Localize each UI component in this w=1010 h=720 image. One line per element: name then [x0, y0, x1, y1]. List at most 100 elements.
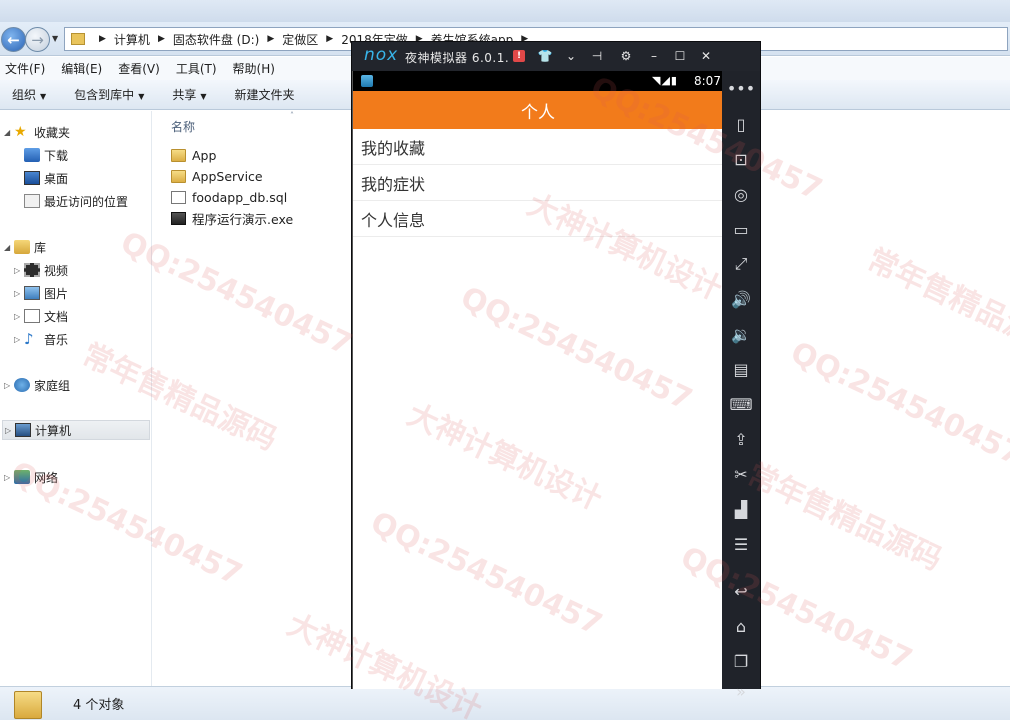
toolbox-icon[interactable]: ▤: [722, 354, 760, 384]
file-name: foodapp_db.sql: [192, 189, 288, 205]
sidebar-item-label: 文档: [44, 309, 69, 324]
android-status-bar: ◥◢▮ 8:07: [353, 71, 723, 91]
new-folder-button[interactable]: 新建文件夹: [235, 86, 295, 103]
recent-pages-dropdown[interactable]: ▼: [52, 34, 58, 43]
share-button[interactable]: 共享 ▼: [172, 86, 206, 103]
recents-icon[interactable]: ❐: [722, 646, 760, 676]
sidebar-item-pictures[interactable]: ▷ 图片: [14, 283, 68, 303]
app-notification-icon: [361, 75, 373, 87]
breadcrumb-custom-zone[interactable]: 定做区: [282, 31, 318, 48]
breadcrumb-drive-d[interactable]: 固态软件盘 (D:): [173, 31, 259, 48]
forward-button[interactable]: →: [25, 27, 50, 52]
volume-up-icon[interactable]: 🔊: [722, 284, 760, 314]
share-label: 共享: [172, 88, 197, 102]
nox-titlebar: nox 夜神模拟器 6.0.1. ! 👕 ⌄ ⊣ ⚙ – ☐ ✕: [352, 42, 760, 71]
close-icon[interactable]: ✕: [698, 48, 714, 64]
back-icon[interactable]: ↩: [722, 576, 760, 606]
expand-triangle-icon[interactable]: ▷: [14, 335, 24, 344]
expand-triangle-icon[interactable]: ▷: [4, 473, 14, 482]
menu-help[interactable]: 帮助(H): [233, 60, 275, 77]
exe-file-icon: [171, 211, 186, 225]
sidebar-item-homegroup[interactable]: ▷ 家庭组: [4, 375, 70, 395]
maximize-icon[interactable]: ☐: [672, 48, 688, 64]
sidebar-item-downloads[interactable]: 下载: [24, 145, 68, 165]
menu-icon[interactable]: ☰: [722, 529, 760, 559]
breadcrumb-computer[interactable]: 计算机: [114, 31, 150, 48]
android-screen: ◥◢▮ 8:07 个人 我的收藏 我的症状 个人信息: [352, 71, 723, 689]
alert-icon[interactable]: !: [513, 50, 525, 62]
multi-instance-icon[interactable]: ▟: [722, 494, 760, 524]
volume-down-icon[interactable]: 🔉: [722, 319, 760, 349]
screen-icon[interactable]: ▭: [722, 214, 760, 244]
star-icon: ★: [14, 124, 27, 140]
picture-icon: [24, 286, 40, 300]
more-icon[interactable]: •••: [722, 73, 760, 103]
include-library-label: 包含到库中: [74, 88, 135, 102]
chevron-right-icon[interactable]: ▶: [99, 34, 106, 44]
page-title: 个人: [521, 102, 555, 123]
wifi-signal-battery-icon: ◥◢▮: [652, 74, 678, 87]
folder-icon: [171, 169, 186, 183]
menu-edit[interactable]: 编辑(E): [61, 60, 102, 77]
sidebar-item-favorites[interactable]: ◢ ★ 收藏夹: [4, 122, 70, 142]
expand-icon[interactable]: »: [722, 676, 760, 706]
include-library-button[interactable]: 包含到库中 ▼: [74, 86, 144, 103]
menu-view[interactable]: 查看(V): [118, 60, 160, 77]
back-button[interactable]: ←: [1, 27, 26, 52]
menu-tools[interactable]: 工具(T): [176, 60, 217, 77]
chevron-down-icon: ▼: [40, 92, 47, 101]
sidebar-item-computer[interactable]: ▷ 计算机: [2, 420, 150, 440]
phone-rotate-icon[interactable]: ▯: [722, 109, 760, 139]
chevron-right-icon[interactable]: ▶: [158, 34, 165, 44]
shirt-icon[interactable]: 👕: [537, 48, 553, 64]
apk-install-icon[interactable]: ⇪: [722, 424, 760, 454]
file-row[interactable]: foodapp_db.sql: [171, 187, 287, 207]
sidebar-item-desktop[interactable]: 桌面: [24, 168, 68, 188]
app-header: 个人: [353, 91, 723, 129]
sidebar-item-label: 图片: [44, 286, 69, 301]
sidebar-item-recent[interactable]: 最近访问的位置: [24, 191, 128, 211]
menu-file[interactable]: 文件(F): [5, 60, 45, 77]
download-folder-icon: [24, 148, 40, 162]
robot-icon[interactable]: ⊡: [722, 144, 760, 174]
expand-triangle-icon[interactable]: ◢: [4, 128, 14, 137]
list-item-favorites[interactable]: 我的收藏: [353, 129, 723, 165]
chevron-down-icon[interactable]: ⌄: [563, 48, 579, 64]
expand-triangle-icon[interactable]: ▷: [14, 312, 24, 321]
list-item-symptoms[interactable]: 我的症状: [353, 165, 723, 201]
file-row[interactable]: AppService: [171, 166, 263, 186]
expand-triangle-icon[interactable]: ▷: [5, 426, 15, 435]
pin-icon[interactable]: ⊣: [589, 48, 605, 64]
keymap-icon[interactable]: ⌨: [722, 389, 760, 419]
file-row[interactable]: App: [171, 145, 216, 165]
sidebar-item-label: 最近访问的位置: [44, 194, 129, 209]
home-icon[interactable]: ⌂: [722, 611, 760, 641]
location-icon[interactable]: ◎: [722, 179, 760, 209]
sidebar-item-label: 计算机: [35, 423, 72, 438]
file-name: 程序运行演示.exe: [192, 211, 294, 227]
file-name: App: [192, 147, 217, 163]
organize-button[interactable]: 组织 ▼: [12, 86, 46, 103]
arrow-right-icon: →: [31, 30, 44, 49]
sidebar-item-libraries[interactable]: ◢ 库: [4, 237, 46, 257]
sidebar-item-label: 家庭组: [34, 378, 71, 393]
sidebar-item-music[interactable]: ▷ ♪ 音乐: [14, 329, 68, 349]
expand-triangle-icon[interactable]: ◢: [4, 243, 14, 252]
sidebar-item-network[interactable]: ▷ 网络: [4, 467, 58, 487]
fullscreen-icon[interactable]: ⤢: [722, 249, 760, 279]
expand-triangle-icon[interactable]: ▷: [14, 289, 24, 298]
expand-triangle-icon[interactable]: ▷: [4, 381, 14, 390]
chevron-right-icon[interactable]: ▶: [267, 34, 274, 44]
chevron-right-icon[interactable]: ▶: [326, 34, 333, 44]
column-header-name[interactable]: 名称: [171, 118, 195, 135]
minimize-icon[interactable]: –: [646, 48, 662, 64]
expand-triangle-icon[interactable]: ▷: [14, 266, 24, 275]
scissors-icon[interactable]: ✂: [722, 459, 760, 489]
folder-icon: [171, 148, 186, 162]
list-item-personal-info[interactable]: 个人信息: [353, 201, 723, 237]
file-row[interactable]: 程序运行演示.exe: [171, 208, 293, 228]
nox-emulator-window: nox 夜神模拟器 6.0.1. ! 👕 ⌄ ⊣ ⚙ – ☐ ✕ ◥◢▮ 8:0…: [351, 41, 761, 701]
sidebar-item-videos[interactable]: ▷ 视频: [14, 260, 68, 280]
gear-icon[interactable]: ⚙: [618, 48, 634, 64]
sidebar-item-documents[interactable]: ▷ 文档: [14, 306, 68, 326]
